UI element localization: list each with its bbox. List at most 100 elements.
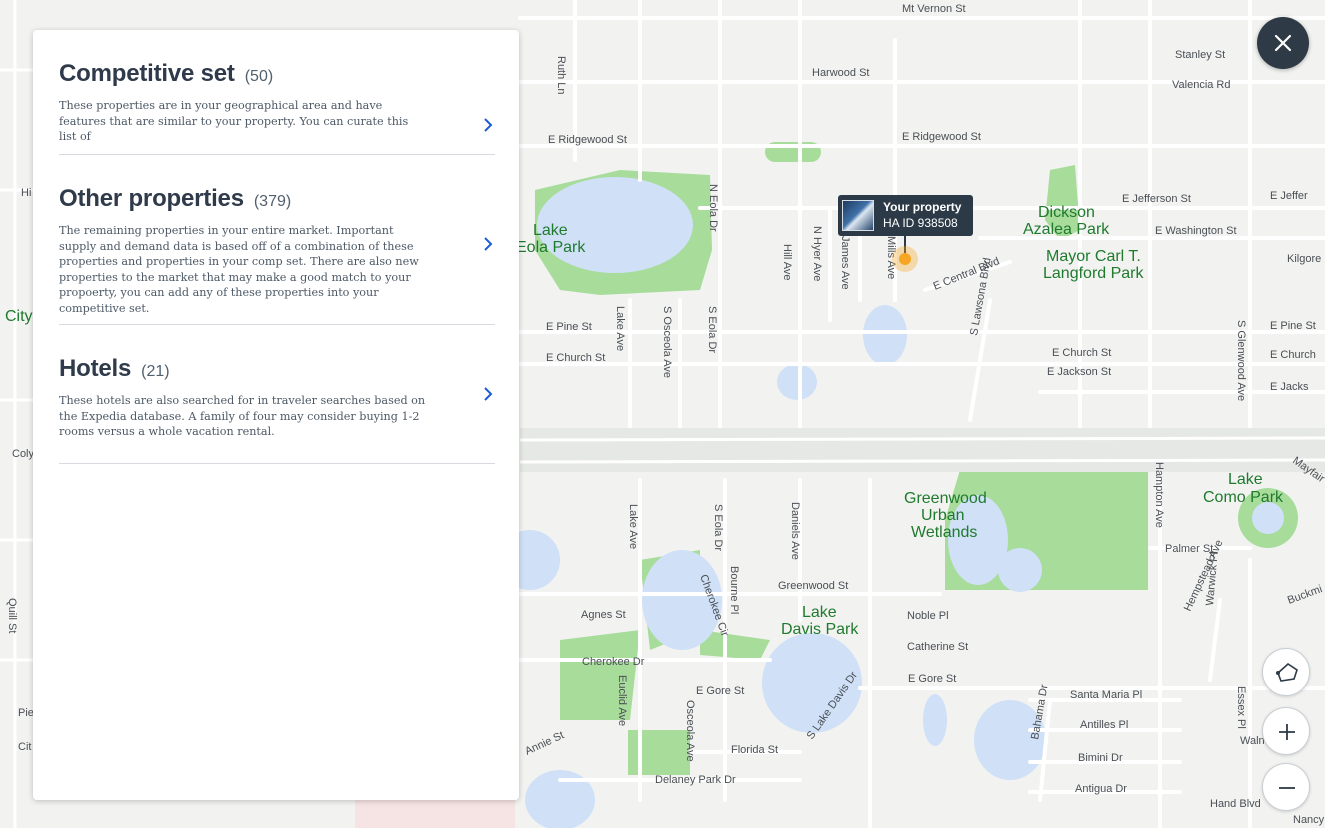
street-label: Agnes St <box>581 609 626 621</box>
other-properties-count: (379) <box>253 193 292 210</box>
property-categories-panel: Competitive set (50) These properties ar… <box>33 30 519 800</box>
street-label: S Eola Dr <box>712 504 724 551</box>
hotels-description: These hotels are also searched for in tr… <box>59 394 426 439</box>
street-label: E Church St <box>1052 347 1111 359</box>
street-label: Essex Pl <box>1235 686 1247 729</box>
chevron-right-icon[interactable] <box>481 237 495 251</box>
place-label: Mayor Carl T. <box>1046 248 1141 265</box>
street-label: E Gore St <box>908 673 956 685</box>
street-label: Palmer St <box>1165 543 1213 555</box>
property-tooltip-id: HA ID 938508 <box>883 216 958 230</box>
place-label: Dickson <box>1038 204 1095 221</box>
street-label: Osceola Ave <box>684 700 696 762</box>
competitive-set-description: These properties are in your geographica… <box>59 99 409 144</box>
street-label: Hand Blvd <box>1210 798 1261 810</box>
place-label: Como Park <box>1203 489 1284 506</box>
street-label: E Washington St <box>1155 225 1237 237</box>
your-property-tooltip[interactable]: Your property HA ID 938508 <box>838 195 973 236</box>
zoom-out-button[interactable] <box>1262 763 1310 811</box>
place-label: Lake <box>1228 471 1263 488</box>
close-icon <box>1274 34 1292 52</box>
chevron-right-icon[interactable] <box>481 118 495 132</box>
place-label: Greenwood <box>904 490 987 507</box>
street-label: Valencia Rd <box>1172 79 1231 91</box>
place-label: Urban <box>921 507 965 524</box>
draw-area-icon <box>1276 662 1298 682</box>
street-label: Pie <box>18 707 34 719</box>
street-label: Antigua Dr <box>1075 783 1127 795</box>
street-label: Santa Maria Pl <box>1070 689 1142 701</box>
street-label: Cherokee Dr <box>582 656 645 668</box>
street-label: Harwood St <box>812 67 869 79</box>
hotels-count: (21) <box>141 363 170 380</box>
street-label: N Hyer Ave <box>811 226 823 281</box>
other-properties-heading: Other properties (379) <box>59 185 495 213</box>
street-label: Noble Pl <box>907 610 949 622</box>
other-properties-section[interactable]: Other properties (379) The remaining pro… <box>59 185 495 317</box>
street-label: Catherine St <box>907 641 968 653</box>
section-divider <box>59 154 495 155</box>
place-label: Davis Park <box>781 621 859 638</box>
street-label: Hi <box>21 187 31 199</box>
street-label: Bimini Dr <box>1078 752 1123 764</box>
street-label: N Eola Dr <box>707 184 719 232</box>
street-label: Stanley St <box>1175 49 1225 61</box>
property-tooltip-title: Your property <box>883 200 962 214</box>
street-label: Hampton Ave <box>1153 462 1165 528</box>
street-label: E Pine St <box>1270 320 1316 332</box>
property-thumbnail <box>842 200 874 231</box>
hotels-heading: Hotels (21) <box>59 355 495 383</box>
street-label: Ruth Ln <box>555 56 567 95</box>
street-label: Delaney Park Dr <box>655 774 736 786</box>
street-label: S Eola Dr <box>706 306 718 353</box>
street-label: E Jacks <box>1270 381 1309 393</box>
street-label: Quill St <box>6 598 18 633</box>
street-label: Cit <box>18 741 31 753</box>
place-label: Eola Park <box>516 239 586 256</box>
street-label: E Pine St <box>546 321 592 333</box>
street-label: Greenwood St <box>778 580 848 592</box>
street-label: Lake Ave <box>627 504 639 549</box>
hotels-section[interactable]: Hotels (21) These hotels are also search… <box>59 355 495 440</box>
place-label: Lake <box>802 604 837 621</box>
minus-icon <box>1279 787 1295 789</box>
chevron-right-icon[interactable] <box>481 387 495 401</box>
street-label: Daniels Ave <box>789 502 801 560</box>
street-label: Florida St <box>731 744 778 756</box>
competitive-set-section[interactable]: Competitive set (50) These properties ar… <box>59 60 495 145</box>
competitive-set-count: (50) <box>244 68 274 85</box>
street-label: Lake Ave <box>614 306 626 351</box>
street-label: Mt Vernon St <box>902 3 966 15</box>
hotels-title: Hotels <box>59 355 132 382</box>
competitive-set-title: Competitive set <box>59 60 235 87</box>
section-divider <box>59 463 495 464</box>
street-label: E Ridgewood St <box>902 131 981 143</box>
street-label: Nancy <box>1293 814 1325 826</box>
street-label: E Church <box>1270 349 1316 361</box>
other-properties-description: The remaining properties in your entire … <box>59 224 419 315</box>
street-label: E Jeffer <box>1270 190 1308 202</box>
place-label: Wetlands <box>911 524 977 541</box>
street-label: S Glenwood Ave <box>1235 320 1247 401</box>
street-label: Antilles Pl <box>1080 719 1128 731</box>
place-label: Langford Park <box>1043 265 1145 282</box>
street-label: Hill Ave <box>781 244 793 280</box>
competitive-set-heading: Competitive set (50) <box>59 60 495 88</box>
place-label: Azalea Park <box>1023 221 1110 238</box>
section-divider <box>59 324 495 325</box>
plus-icon <box>1279 724 1295 740</box>
street-label: S Osceola Ave <box>661 306 673 378</box>
street-label: E Church St <box>546 352 605 364</box>
street-label: Bourne Pl <box>728 566 740 614</box>
zoom-in-button[interactable] <box>1262 707 1310 755</box>
property-marker-pin[interactable] <box>892 246 918 272</box>
other-properties-title: Other properties <box>59 185 244 212</box>
street-label: Coly <box>12 448 35 460</box>
place-label: City <box>5 308 33 325</box>
street-label: Kilgore <box>1287 253 1321 265</box>
street-label: James Ave <box>839 236 851 290</box>
street-label: E Jackson St <box>1047 366 1111 378</box>
draw-area-button[interactable] <box>1262 648 1310 696</box>
street-label: E Gore St <box>696 685 744 697</box>
close-button[interactable] <box>1257 17 1309 69</box>
